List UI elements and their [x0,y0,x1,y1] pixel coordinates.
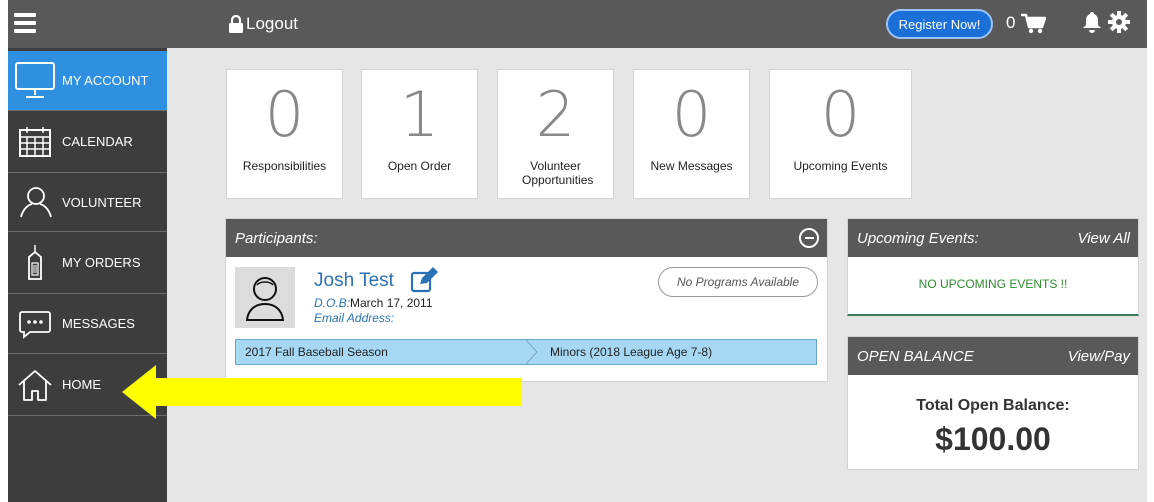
stat-tile-responsibilities[interactable]: 0 Responsibilities [226,69,343,199]
season-breadcrumb: 2017 Fall Baseball Season Minors (2018 L… [235,339,817,365]
total-open-balance-label: Total Open Balance: [916,397,1070,414]
participants-panel: Participants: Josh Test D.O.B:March 17, … [225,218,828,382]
sidebar-item-label: MESSAGES [62,316,135,331]
gear-icon[interactable] [1108,11,1130,33]
bell-icon[interactable] [1082,11,1102,33]
user-icon [245,276,285,321]
stat-value: 1 [399,78,440,151]
stat-label: Upcoming Events [793,159,888,173]
dob-label: D.O.B: [314,296,351,310]
sidebar-item-label: VOLUNTEER [62,194,142,210]
sidebar-item-label: MY ACCOUNT [62,73,149,88]
sidebar-item-label: CALENDAR [62,134,133,149]
stat-label: Volunteer Opportunities [522,159,594,187]
cart-icon[interactable] [1020,13,1046,35]
stat-label: New Messages [650,159,733,173]
sidebar: MY ACCOUNT CALENDAR VOLUNTEER MY ORDERS … [8,48,167,502]
open-balance-panel: OPEN BALANCE View/Pay Total Open Balance… [847,336,1139,470]
sidebar-item-my-orders[interactable]: MY ORDERS [8,232,167,294]
monitor-icon [8,61,62,101]
participant-name[interactable]: Josh Test [314,270,394,292]
top-bar: Logout Register Now! 0 [8,0,1147,48]
view-pay-link[interactable]: View/Pay [1068,348,1130,365]
cart-count: 0 [1006,13,1016,32]
dob-value: March 17, 2011 [350,296,433,310]
panel-title: Participants: [235,229,318,247]
stat-tile-open-order[interactable]: 1 Open Order [361,69,478,199]
no-upcoming-events-text: NO UPCOMING EVENTS !! [918,277,1068,291]
lock-icon [229,15,243,33]
participants-header: Participants: [226,219,827,257]
logout-label: Logout [246,14,298,33]
panel-title: OPEN BALANCE [857,347,974,365]
stat-label: Open Order [387,159,452,173]
season-label: 2017 Fall Baseball Season [235,339,535,365]
sidebar-item-label: HOME [62,377,101,392]
tag-icon [8,243,62,283]
logout-button[interactable]: Logout [228,12,298,36]
stat-tile-upcoming-events[interactable]: 0 Upcoming Events [769,69,912,199]
stat-value: 0 [264,78,305,151]
no-programs-badge: No Programs Available [658,267,818,297]
panel-title: Upcoming Events: [857,229,979,247]
annotation-arrow-icon [122,365,522,419]
sidebar-item-calendar[interactable]: CALENDAR [8,111,167,173]
edit-icon[interactable] [410,267,438,293]
participant-email-label: Email Address: [314,311,395,325]
upcoming-events-panel: Upcoming Events: View All NO UPCOMING EV… [847,218,1139,316]
sidebar-item-my-account[interactable]: MY ACCOUNT [8,51,167,111]
avatar [235,267,295,328]
stat-value: 0 [671,78,712,151]
home-icon [8,368,62,402]
view-all-link[interactable]: View All [1077,230,1130,247]
person-icon [8,186,62,218]
total-open-balance-amount: $100.00 [935,421,1051,457]
collapse-icon[interactable] [799,228,819,248]
participant-dob: D.O.B:March 17, 2011 [314,296,433,310]
menu-icon[interactable] [14,13,36,33]
stat-value: 0 [820,78,861,151]
stat-tile-new-messages[interactable]: 0 New Messages [633,69,750,199]
sidebar-item-messages[interactable]: MESSAGES [8,294,167,354]
division-label: Minors (2018 League Age 7-8) [525,339,817,365]
sidebar-item-label: MY ORDERS [62,255,141,270]
chevron-right-icon [525,339,538,365]
chat-icon [8,308,62,340]
app-frame: Logout Register Now! 0 MY ACCOUNT CALEND… [8,0,1147,502]
stat-label: Responsibilities [242,159,327,173]
open-balance-header: OPEN BALANCE View/Pay [848,337,1138,375]
upcoming-events-header: Upcoming Events: View All [848,219,1138,257]
stat-tile-volunteer-opportunities[interactable]: 2 Volunteer Opportunities [497,69,614,199]
calendar-icon [8,126,62,158]
stat-value: 2 [535,78,576,151]
sidebar-item-volunteer[interactable]: VOLUNTEER [8,173,167,232]
register-now-button[interactable]: Register Now! [886,9,993,39]
